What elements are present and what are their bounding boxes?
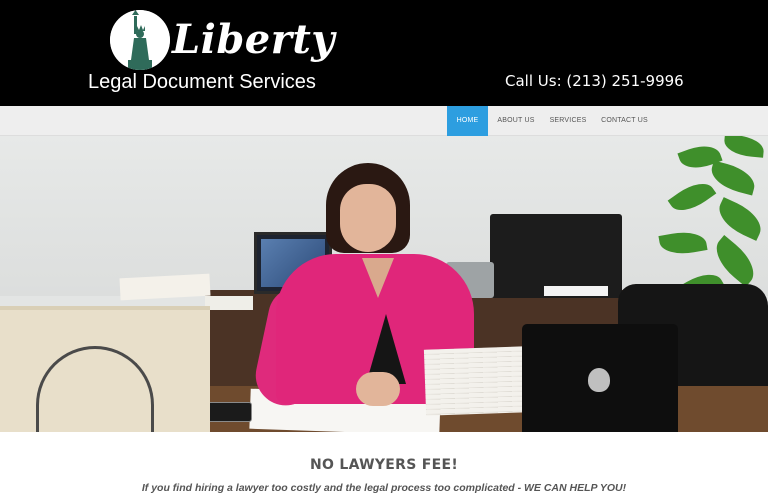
hero-file-box (0, 306, 210, 432)
hero-papers (119, 273, 211, 301)
nav-home[interactable]: HOME (447, 106, 488, 136)
hero-printer (490, 214, 622, 298)
statue-of-liberty-icon (110, 10, 170, 70)
main-navigation: HOME ABOUT US SERVICES CONTACT US (0, 106, 768, 136)
logo-wordmark: Liberty (172, 16, 336, 63)
hero-woman-face (340, 184, 396, 252)
phone-number[interactable]: Call Us: (213) 251-9996 (505, 72, 684, 90)
logo-subtitle: Legal Document Services (88, 71, 316, 93)
nav-about-us[interactable]: ABOUT US (494, 106, 538, 136)
hero-laptop (522, 324, 678, 432)
nav-contact-us[interactable]: CONTACT US (597, 106, 652, 136)
intro-heading: NO LAWYERS FEE! (309, 457, 459, 473)
apple-logo-icon (588, 368, 610, 392)
hero-paper-stack (423, 346, 529, 416)
site-logo[interactable]: Liberty Legal Document Services (88, 10, 358, 96)
hero-smartphone (206, 402, 252, 422)
hero-photo-woman-at-desk (0, 136, 768, 432)
site-header: Liberty Legal Document Services Call Us:… (0, 0, 768, 106)
nav-services[interactable]: SERVICES (546, 106, 590, 136)
intro-tagline: If you find hiring a lawyer too costly a… (141, 482, 627, 494)
